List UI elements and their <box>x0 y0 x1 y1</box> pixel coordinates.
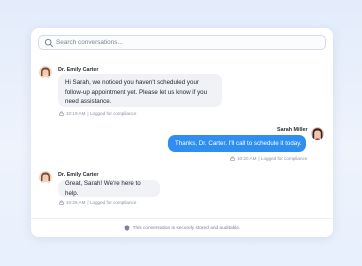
search-icon <box>44 38 54 48</box>
lock-icon <box>59 111 64 116</box>
security-footer: This conversation is securely stored and… <box>31 218 333 237</box>
avatar-sarah-miller <box>311 127 324 140</box>
message-sender: Dr. Emily Carter <box>58 67 99 73</box>
security-notice: This conversation is securely stored and… <box>132 225 241 231</box>
search-bar[interactable] <box>38 35 326 50</box>
lock-icon <box>230 156 235 161</box>
compliance-note: | Logged for compliance <box>258 156 308 161</box>
message-meta: 10:20 AM | Logged for compliance <box>230 156 307 161</box>
message-sender: Sarah Miller <box>277 127 308 133</box>
message-sender: Dr. Emily Carter <box>58 172 99 178</box>
compliance-note: | Logged for compliance <box>87 200 137 205</box>
message-time: 10:20 AM <box>237 156 257 161</box>
lock-icon <box>59 200 64 205</box>
message-bubble-incoming: Hi Sarah, we noticed you haven't schedul… <box>58 74 222 107</box>
search-input[interactable] <box>56 37 316 48</box>
message-time: 10:25 AM <box>66 200 86 205</box>
message-meta: 10:19 AM | Logged for compliance <box>59 111 136 116</box>
message-line: Great, Sarah! We're here to help. <box>65 179 141 197</box>
message-line: Hi Sarah, we noticed you haven't schedul… <box>65 79 199 86</box>
chat-panel: Dr. Emily Carter Hi Sarah, we noticed yo… <box>31 28 333 237</box>
avatar-dr-emily-carter <box>39 66 52 79</box>
avatar-dr-emily-carter <box>39 171 52 184</box>
message-line: Thanks, Dr. Carter. I'll call to schedul… <box>175 140 302 147</box>
message-time: 10:19 AM <box>66 111 86 116</box>
message-line: follow-up appointment yet. Please let us… <box>65 88 208 96</box>
message-line: need assistance. <box>65 98 112 106</box>
message-meta: 10:25 AM | Logged for compliance <box>59 200 136 205</box>
shield-icon <box>124 225 129 231</box>
message-bubble-outgoing: Thanks, Dr. Carter. I'll call to schedul… <box>168 135 306 152</box>
message-bubble-incoming: Great, Sarah! We're here to help. <box>58 180 160 197</box>
compliance-note: | Logged for compliance <box>87 111 137 116</box>
